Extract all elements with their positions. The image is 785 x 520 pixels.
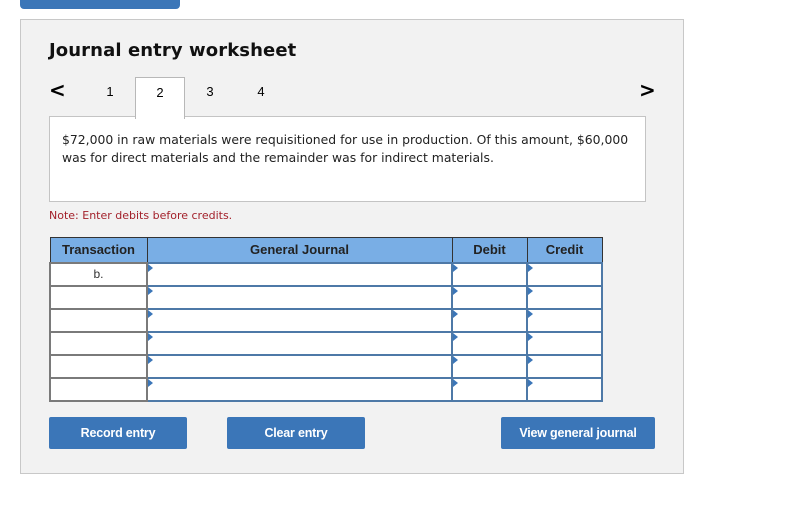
- transaction-cell: b.: [49, 261, 148, 287]
- credit-input[interactable]: [526, 330, 603, 356]
- transaction-cell: [49, 330, 148, 356]
- transaction-cell: [49, 376, 148, 402]
- debit-input[interactable]: [451, 330, 528, 356]
- general-journal-input[interactable]: [146, 284, 453, 310]
- table-row: [49, 284, 603, 310]
- table-row: [49, 376, 603, 402]
- transaction-description: $72,000 in raw materials were requisitio…: [49, 116, 646, 202]
- debit-input[interactable]: [451, 353, 528, 379]
- record-entry-button[interactable]: Record entry: [49, 417, 187, 449]
- note-text: Note: Enter debits before credits.: [49, 209, 233, 222]
- header-general-journal: General Journal: [146, 237, 453, 263]
- header-debit: Debit: [451, 237, 528, 263]
- debit-input[interactable]: [451, 307, 528, 333]
- general-journal-input[interactable]: [146, 376, 453, 402]
- general-journal-input[interactable]: [146, 307, 453, 333]
- credit-input[interactable]: [526, 261, 603, 287]
- journal-table: Transaction General Journal Debit Credit…: [49, 237, 603, 402]
- tab-2[interactable]: 2: [135, 77, 185, 119]
- description-text: $72,000 in raw materials were requisitio…: [62, 132, 629, 165]
- clear-entry-button[interactable]: Clear entry: [227, 417, 365, 449]
- table-row: b.: [49, 261, 603, 287]
- credit-input[interactable]: [526, 353, 603, 379]
- chevron-left-icon[interactable]: <: [49, 78, 66, 102]
- chevron-right-icon[interactable]: >: [639, 78, 656, 102]
- table-row: [49, 330, 603, 356]
- credit-input[interactable]: [526, 376, 603, 402]
- transaction-cell: [49, 353, 148, 379]
- credit-input[interactable]: [526, 284, 603, 310]
- table-row: [49, 353, 603, 379]
- tab-1[interactable]: 1: [85, 77, 135, 117]
- table-row: [49, 307, 603, 333]
- table-header-row: Transaction General Journal Debit Credit: [49, 237, 603, 263]
- worksheet-title: Journal entry worksheet: [49, 40, 297, 61]
- header-transaction: Transaction: [49, 237, 148, 263]
- view-general-journal-button[interactable]: View general journal: [501, 417, 655, 449]
- header-credit: Credit: [526, 237, 603, 263]
- general-journal-input[interactable]: [146, 330, 453, 356]
- tab-4[interactable]: 4: [236, 77, 286, 117]
- top-button-partial[interactable]: [20, 0, 180, 9]
- debit-input[interactable]: [451, 261, 528, 287]
- credit-input[interactable]: [526, 307, 603, 333]
- debit-input[interactable]: [451, 284, 528, 310]
- general-journal-input[interactable]: [146, 353, 453, 379]
- journal-entry-worksheet-panel: Journal entry worksheet < 1 2 3 4 > $72,…: [20, 19, 684, 474]
- tab-3[interactable]: 3: [185, 77, 235, 117]
- transaction-cell: [49, 307, 148, 333]
- general-journal-input[interactable]: [146, 261, 453, 287]
- transaction-cell: [49, 284, 148, 310]
- debit-input[interactable]: [451, 376, 528, 402]
